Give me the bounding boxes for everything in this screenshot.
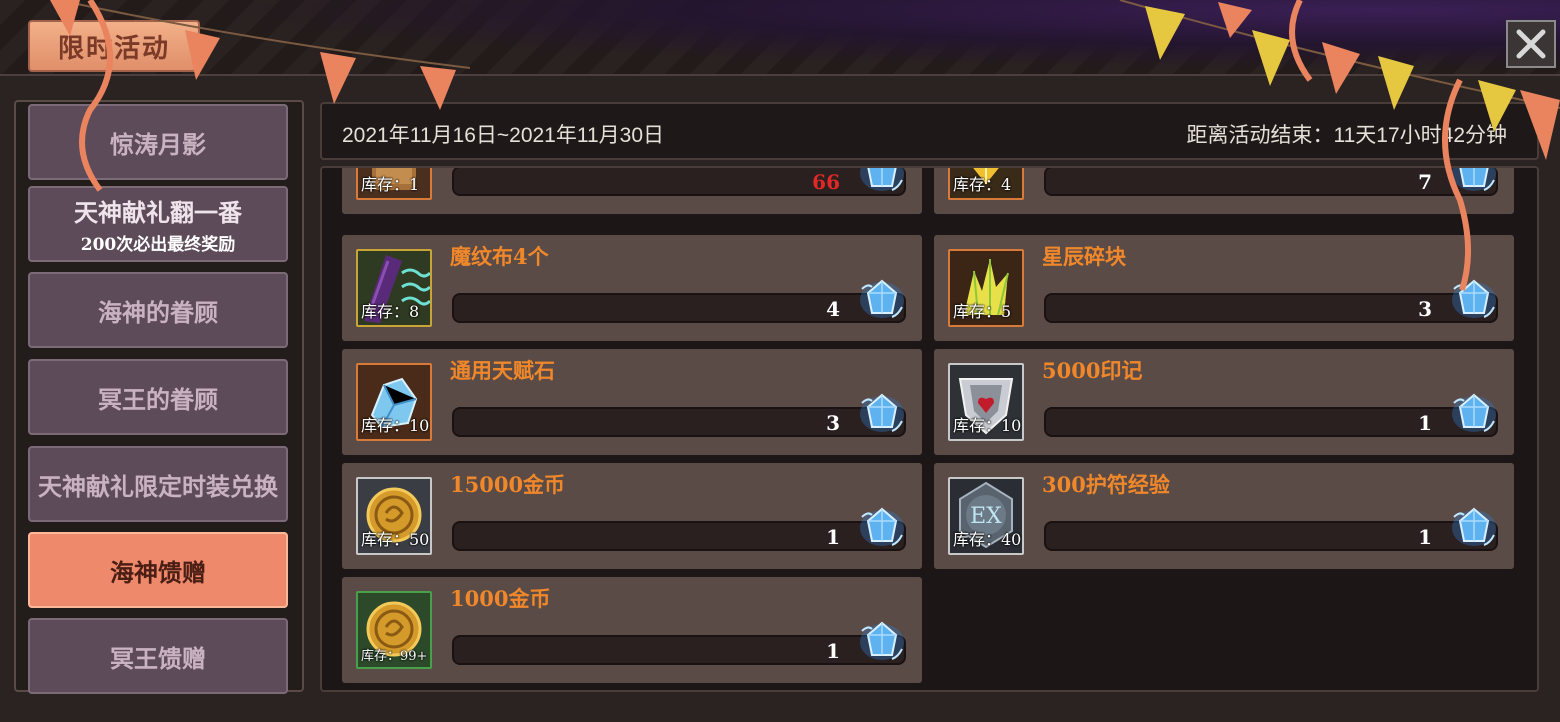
item-icon: 库存：50: [356, 477, 432, 555]
blue-gem-icon: [1452, 393, 1496, 432]
blue-gem-icon: [860, 621, 904, 660]
item-cost: 3: [826, 411, 840, 435]
sidebar-item-jingtao-yueying[interactable]: 惊涛月影: [28, 104, 288, 180]
item-cost: 1: [1418, 411, 1432, 435]
item-stock: 库存：8: [361, 302, 420, 321]
item-name: 15000金币: [450, 472, 566, 497]
exchange-item-card[interactable]: 库存：99+ 1000金币 1: [342, 577, 922, 683]
item-stock: 库存：40: [953, 530, 1022, 549]
blue-gem-icon: [860, 168, 904, 191]
exchange-item-card[interactable]: 库存：50 15000金币 1: [342, 463, 922, 569]
item-icon: 库存：4: [948, 168, 1024, 200]
sidebar-item-haishen-juangu[interactable]: 海神的眷顾: [28, 272, 288, 348]
item-cost: 66: [812, 170, 840, 194]
scene-background: [0, 0, 1560, 80]
sidebar-item-label: 天神献礼限定时装兑换: [38, 471, 278, 501]
item-stock: 库存：99+: [361, 649, 428, 664]
item-name: 星辰碎块: [1042, 244, 1126, 269]
item-cost-bar: 1: [1044, 521, 1498, 551]
item-cost: 3: [1418, 297, 1432, 321]
exchange-item-card[interactable]: 库存：10 通用天赋石 3: [342, 349, 922, 455]
item-icon: EX 库存：40: [948, 477, 1024, 555]
item-name: 魔纹布4个: [450, 244, 549, 269]
close-icon: [1516, 29, 1546, 59]
sidebar-item-mingwang-juangu[interactable]: 冥王的眷顾: [28, 359, 288, 435]
item-name: 1000金币: [450, 586, 551, 611]
item-cost: 1: [826, 525, 840, 549]
activity-sidebar[interactable]: 惊涛月影 天神献礼翻一番 200次必出最终奖励 海神的眷顾 冥王的眷顾 天神献礼…: [14, 100, 304, 694]
item-stock: 库存：10: [361, 416, 430, 435]
item-icon: 库存：99+: [356, 591, 432, 669]
item-cost-bar: 4: [452, 293, 906, 323]
exchange-item-card[interactable]: EX 库存：40 300护符经验 1: [934, 463, 1514, 569]
activity-countdown: 距离活动结束：11天17小时42分钟: [1186, 124, 1507, 147]
item-cost-bar: 1: [452, 635, 906, 665]
item-name: 5000印记: [1042, 358, 1143, 383]
item-cost: 4: [826, 297, 840, 321]
item-icon: 库存：1: [356, 168, 432, 200]
activity-date-range: 2021年11月16日~2021年11月30日: [342, 124, 665, 147]
exchange-item-card[interactable]: 库存：1 66: [342, 168, 922, 214]
item-cost: 1: [826, 639, 840, 663]
sidebar-item-label: 惊涛月影: [110, 129, 206, 159]
item-stock: 库存：5: [953, 302, 1012, 321]
sidebar-item-haishen-kuizeng[interactable]: 海神馈赠: [28, 532, 288, 608]
item-stock: 库存：50: [361, 530, 430, 549]
item-cost-bar: 3: [1044, 293, 1498, 323]
blue-gem-icon: [1452, 507, 1496, 546]
blue-gem-icon: [1452, 168, 1496, 191]
item-cost-bar: 66: [452, 168, 906, 196]
sidebar-item-mingwang-kuizeng[interactable]: 冥王馈赠: [28, 618, 288, 694]
sidebar-item-label: 海神馈赠: [110, 557, 206, 587]
item-icon: 库存：10: [948, 363, 1024, 441]
item-name: 300护符经验: [1042, 472, 1170, 497]
exchange-item-card[interactable]: 库存：8 魔纹布4个 4: [342, 235, 922, 341]
item-stock: 库存：1: [361, 175, 420, 194]
close-button[interactable]: [1506, 20, 1556, 68]
item-stock: 库存：10: [953, 416, 1022, 435]
exchange-item-card[interactable]: 库存：5 星辰碎块 3: [934, 235, 1514, 341]
page-title: 限时活动: [28, 20, 200, 72]
item-cost-bar: 1: [1044, 407, 1498, 437]
sidebar-item-tianshen-xianli-double[interactable]: 天神献礼翻一番 200次必出最终奖励: [28, 186, 288, 262]
sidebar-item-label: 海神的眷顾: [98, 297, 218, 327]
item-stock: 库存：4: [953, 175, 1012, 194]
exchange-item-card[interactable]: 库存：10 5000印记 1: [934, 349, 1514, 455]
item-icon: 库存：8: [356, 249, 432, 327]
item-cost-bar: 1: [452, 521, 906, 551]
exchange-list[interactable]: 库存：1 66 库存：4 7 库存：8 魔纹布4个 4 库存：5 星辰碎块 3 …: [320, 166, 1539, 692]
item-cost-bar: 7: [1044, 168, 1498, 196]
blue-gem-icon: [1452, 279, 1496, 318]
sidebar-item-sublabel: 200次必出最终奖励: [80, 235, 236, 255]
sidebar-item-label: 冥王馈赠: [110, 643, 206, 673]
sidebar-item-label: 冥王的眷顾: [98, 384, 218, 414]
sidebar-item-label: 天神献礼翻一番: [74, 198, 242, 227]
item-cost-bar: 3: [452, 407, 906, 437]
activity-date-bar: 2021年11月16日~2021年11月30日 距离活动结束：11天17小时42…: [320, 102, 1539, 160]
item-cost: 7: [1418, 170, 1432, 194]
item-icon: 库存：10: [356, 363, 432, 441]
blue-gem-icon: [860, 507, 904, 546]
exchange-item-card[interactable]: 库存：4 7: [934, 168, 1514, 214]
item-name: 通用天赋石: [450, 358, 555, 383]
sidebar-item-costume-exchange[interactable]: 天神献礼限定时装兑换: [28, 446, 288, 522]
item-icon: 库存：5: [948, 249, 1024, 327]
blue-gem-icon: [860, 393, 904, 432]
blue-gem-icon: [860, 279, 904, 318]
item-cost: 1: [1418, 525, 1432, 549]
